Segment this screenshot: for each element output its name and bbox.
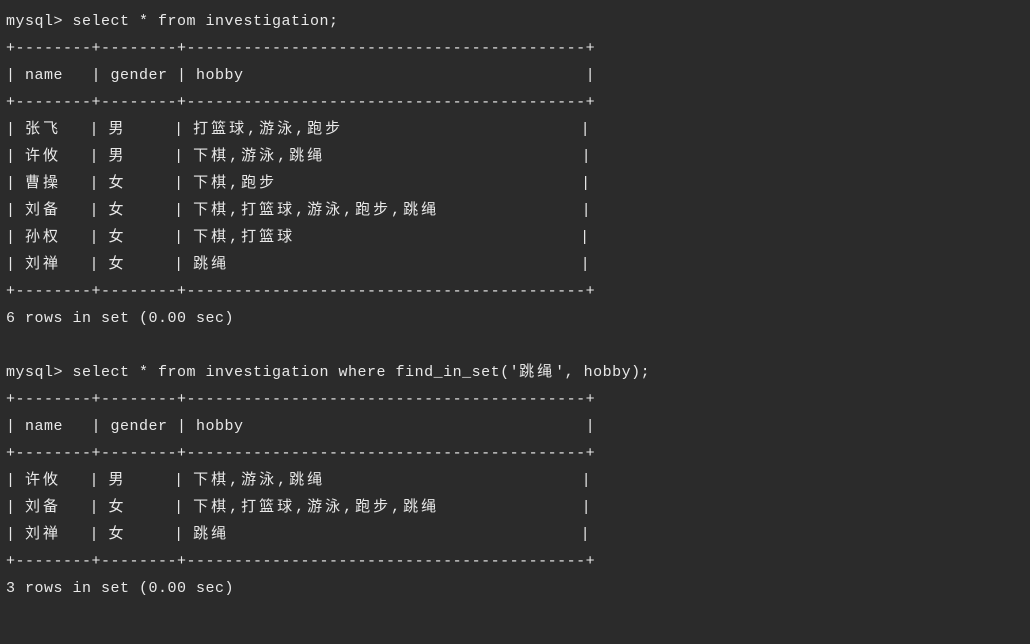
table-row: | 刘备 | 女 | 下棋,打篮球,游泳,跑步,跳绳 | <box>6 197 1024 224</box>
table-row: | 许攸 | 男 | 下棋,游泳,跳绳 | <box>6 467 1024 494</box>
table-row: | 刘禅 | 女 | 跳绳 | <box>6 521 1024 548</box>
table-row: | 孙权 | 女 | 下棋,打篮球 | <box>6 224 1024 251</box>
table-header: | name | gender | hobby | <box>6 413 1024 440</box>
table-row: | 许攸 | 男 | 下棋,游泳,跳绳 | <box>6 143 1024 170</box>
table-row: | 张飞 | 男 | 打篮球,游泳,跑步 | <box>6 116 1024 143</box>
table-row: | 刘备 | 女 | 下棋,打篮球,游泳,跑步,跳绳 | <box>6 494 1024 521</box>
terminal-output: mysql> select * from investigation;+----… <box>6 8 1024 602</box>
mysql-prompt-line[interactable]: mysql> select * from investigation; <box>6 8 1024 35</box>
status-line: 3 rows in set (0.00 sec) <box>6 575 1024 602</box>
table-border-mid: +--------+--------+---------------------… <box>6 440 1024 467</box>
table-header: | name | gender | hobby | <box>6 62 1024 89</box>
status-line: 6 rows in set (0.00 sec) <box>6 305 1024 332</box>
blank-line <box>6 332 1024 359</box>
table-border-mid: +--------+--------+---------------------… <box>6 89 1024 116</box>
table-border-bot: +--------+--------+---------------------… <box>6 278 1024 305</box>
mysql-prompt-line[interactable]: mysql> select * from investigation where… <box>6 359 1024 386</box>
table-border-bot: +--------+--------+---------------------… <box>6 548 1024 575</box>
table-row: | 曹操 | 女 | 下棋,跑步 | <box>6 170 1024 197</box>
table-row: | 刘禅 | 女 | 跳绳 | <box>6 251 1024 278</box>
table-border-top: +--------+--------+---------------------… <box>6 35 1024 62</box>
table-border-top: +--------+--------+---------------------… <box>6 386 1024 413</box>
